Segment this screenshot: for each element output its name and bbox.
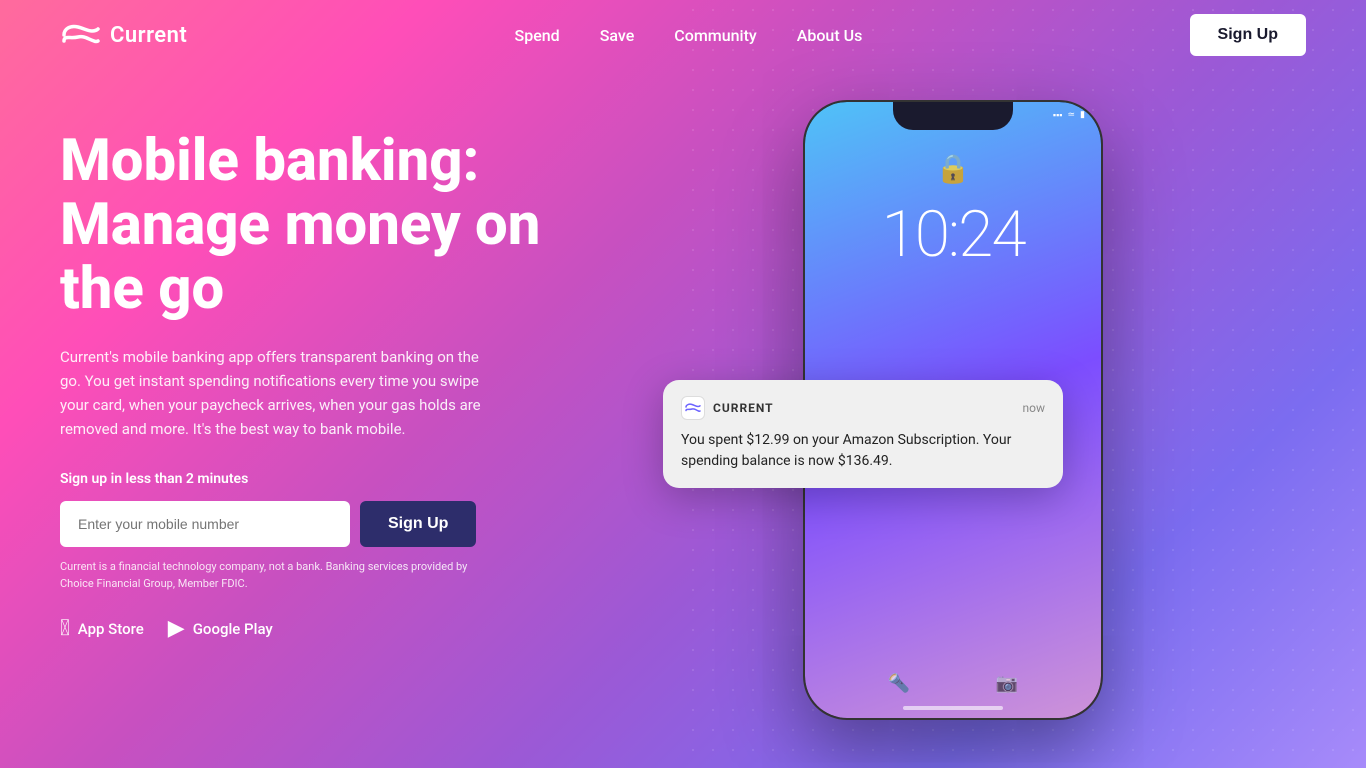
app-store-label: App Store — [78, 620, 144, 638]
phone-notch — [893, 102, 1013, 130]
hero-right: ▪▪▪ ≃ ▮ 🔒 10:24 🔦 📷 — [620, 110, 1306, 740]
nav-link-save[interactable]: Save — [600, 26, 635, 45]
hero-description: Current's mobile banking app offers tran… — [60, 345, 490, 441]
nav-links: Spend Save Community About Us — [515, 26, 863, 45]
signup-prompt: Sign up in less than 2 minutes — [60, 471, 620, 487]
lock-time: 10:24 — [881, 197, 1024, 272]
apple-icon:  — [60, 616, 70, 641]
app-store-button[interactable]:  App Store — [60, 616, 144, 641]
lock-screen-content: 🔒 10:24 — [805, 152, 1101, 272]
notification-time: now — [1023, 401, 1046, 415]
navbar: Current Spend Save Community About Us Si… — [0, 0, 1366, 70]
phone-mockup: ▪▪▪ ≃ ▮ 🔒 10:24 🔦 📷 — [803, 100, 1123, 740]
battery-icon: ▮ — [1080, 110, 1085, 121]
google-play-label: Google Play — [193, 620, 273, 638]
notification-header: CURRENT now — [681, 396, 1045, 420]
logo-icon — [60, 21, 100, 49]
notification-card: CURRENT now You spent $12.99 on your Ama… — [663, 380, 1063, 488]
logo[interactable]: Current — [60, 21, 187, 49]
status-bar: ▪▪▪ ≃ ▮ — [1053, 110, 1085, 121]
logo-text: Current — [110, 23, 187, 48]
store-buttons:  App Store ▶ Google Play — [60, 616, 620, 641]
wifi-icon: ≃ — [1068, 110, 1076, 121]
notification-app: CURRENT — [681, 396, 774, 420]
disclaimer: Current is a financial technology compan… — [60, 559, 490, 592]
hero-title: Mobile banking: Manage money on the go — [60, 130, 620, 321]
lock-icon: 🔒 — [936, 152, 971, 185]
google-play-icon: ▶ — [168, 616, 185, 641]
current-logo-small — [685, 402, 701, 414]
nav-link-about[interactable]: About Us — [797, 26, 863, 45]
notification-body: You spent $12.99 on your Amazon Subscrip… — [681, 430, 1045, 472]
camera-icon: 📷 — [996, 673, 1018, 694]
signup-button[interactable]: Sign Up — [360, 501, 476, 547]
nav-signup-button[interactable]: Sign Up — [1190, 14, 1306, 56]
main-content: Mobile banking: Manage money on the go C… — [0, 70, 1366, 768]
home-indicator — [903, 706, 1003, 710]
notification-app-name: CURRENT — [713, 401, 774, 415]
hero-left: Mobile banking: Manage money on the go C… — [60, 110, 620, 641]
google-play-button[interactable]: ▶ Google Play — [168, 616, 273, 641]
notification-app-icon — [681, 396, 705, 420]
nav-link-spend[interactable]: Spend — [515, 26, 560, 45]
phone-bottom-icons: 🔦 📷 — [805, 673, 1101, 694]
phone-input[interactable] — [60, 501, 350, 547]
signal-icon: ▪▪▪ — [1053, 110, 1063, 121]
nav-link-community[interactable]: Community — [674, 26, 756, 45]
signup-form: Sign Up — [60, 501, 620, 547]
flashlight-icon: 🔦 — [888, 673, 910, 694]
